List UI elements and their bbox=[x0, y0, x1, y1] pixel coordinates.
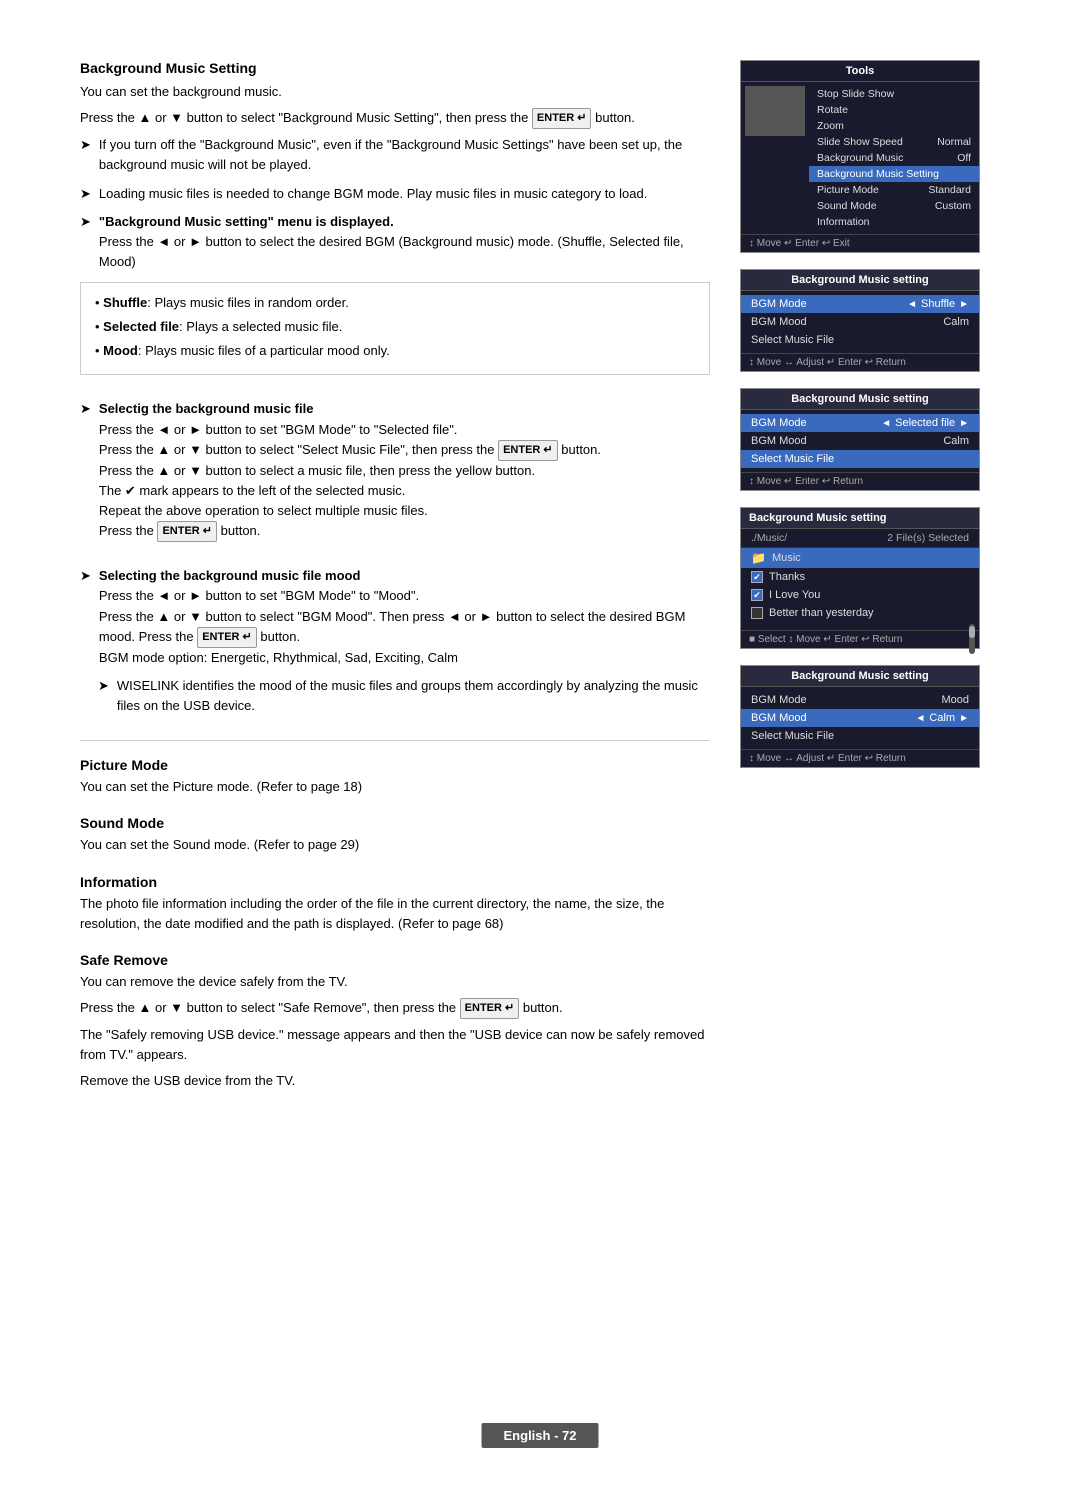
bgm-shuffle-panel: Background Music setting BGM Mode ◄ Shuf… bbox=[740, 269, 980, 372]
file-music-folder: 📁 Music bbox=[741, 548, 979, 568]
folder-icon: 📁 bbox=[751, 551, 766, 565]
safe-remove-step1: Press the ▲ or ▼ button to select "Safe … bbox=[80, 998, 710, 1019]
tools-panel-title: Tools bbox=[741, 61, 979, 82]
file-i-love-you: ✔ I Love You bbox=[741, 586, 979, 604]
tools-footer: ↕ Move ↵ Enter ↩ Exit bbox=[741, 234, 979, 252]
enter-button-label2: ENTER ↵ bbox=[498, 440, 558, 461]
tools-stop-slide: Stop Slide Show bbox=[809, 86, 979, 102]
left-column: Background Music Setting You can set the… bbox=[80, 60, 710, 1109]
picture-mode-section: Picture Mode You can set the Picture mod… bbox=[80, 757, 710, 797]
file-check-thanks: ✔ bbox=[751, 571, 763, 583]
right-column: Tools Stop Slide Show Rotate Zoom bbox=[740, 60, 1000, 1109]
file-footer: ■ Select ↕ Move ↵ Enter ↩ Return bbox=[741, 630, 979, 648]
file-check-iloveyou: ✔ bbox=[751, 589, 763, 601]
file-path-row: ./Music/ 2 File(s) Selected bbox=[741, 529, 979, 548]
information-desc: The photo file information including the… bbox=[80, 894, 710, 934]
selectbgm-step1: Press the ◄ or ► button to set "BGM Mode… bbox=[99, 422, 458, 437]
bgm-options: BGM mode option: Energetic, Rhythmical, … bbox=[99, 650, 458, 665]
repeat-note: Repeat the above operation to select mul… bbox=[99, 503, 428, 518]
bgm-mood-panel: Background Music setting BGM Mode Mood B… bbox=[740, 665, 980, 768]
bgm-mood-footer: ↕ Move ↔ Adjust ↵ Enter ↩ Return bbox=[741, 749, 979, 767]
tools-information: Information bbox=[809, 214, 979, 230]
picture-mode-title: Picture Mode bbox=[80, 757, 710, 773]
mood-step1: Press the ◄ or ► button to set "BGM Mode… bbox=[99, 588, 419, 603]
bgm-mood-row-shuffle: BGM Mood Calm bbox=[741, 313, 979, 331]
safe-remove-step3: Remove the USB device from the TV. bbox=[80, 1071, 710, 1091]
select-music-file-row-selected: Select Music File bbox=[741, 450, 979, 468]
page-number: English - 72 bbox=[482, 1423, 599, 1448]
picture-mode-desc: You can set the Picture mode. (Refer to … bbox=[80, 777, 710, 797]
scrollbar bbox=[969, 624, 975, 654]
select-bgm-file-section: ➤ Selectig the background music file Pre… bbox=[80, 399, 710, 542]
safe-remove-desc1: You can remove the device safely from th… bbox=[80, 972, 710, 992]
bgm-mood-section: ➤ Selecting the background music file mo… bbox=[80, 566, 710, 716]
enter-button-label1: ENTER ↵ bbox=[532, 108, 592, 129]
selectbgm-step3: Press the ▲ or ▼ button to select a musi… bbox=[99, 463, 535, 478]
bgm-selected-title: Background Music setting bbox=[741, 389, 979, 410]
press-enter: Press the ENTER ↵ button. bbox=[99, 523, 261, 538]
information-title: Information bbox=[80, 874, 710, 890]
bgm-note1: ➤ If you turn off the "Background Music"… bbox=[80, 135, 710, 175]
tools-sound-mode: Sound Mode Custom bbox=[809, 198, 979, 214]
tools-zoom: Zoom bbox=[809, 118, 979, 134]
bgm-setting-title: Background Music Setting bbox=[80, 60, 710, 76]
tools-rotate: Rotate bbox=[809, 102, 979, 118]
tools-picture-mode: Picture Mode Standard bbox=[809, 182, 979, 198]
safe-remove-title: Safe Remove bbox=[80, 952, 710, 968]
enter-button-label4: ENTER ↵ bbox=[197, 627, 257, 648]
checkmark-note: The ✔ mark appears to the left of the se… bbox=[99, 483, 405, 498]
bgm-mode-row-shuffle: BGM Mode ◄ Shuffle ► bbox=[741, 295, 979, 313]
tools-bgm-setting: Background Music Setting bbox=[809, 166, 979, 182]
sound-mode-title: Sound Mode bbox=[80, 815, 710, 831]
select-music-file-row-mood: Select Music File bbox=[741, 727, 979, 745]
bgm-selected-footer: ↕ Move ↵ Enter ↩ Return bbox=[741, 472, 979, 490]
information-section: Information The photo file information i… bbox=[80, 874, 710, 934]
mood-step2: Press the ▲ or ▼ button to select "BGM M… bbox=[99, 609, 686, 644]
safe-remove-step2: The "Safely removing USB device." messag… bbox=[80, 1025, 710, 1065]
bgm-setting-section: Background Music Setting You can set the… bbox=[80, 60, 710, 375]
scrollbar-thumb bbox=[969, 626, 975, 638]
bgm-menu-displayed: ➤ "Background Music setting" menu is dis… bbox=[80, 212, 710, 272]
file-better-than: Better than yesterday bbox=[741, 604, 979, 622]
bgm-note2: ➤ Loading music files is needed to chang… bbox=[80, 184, 710, 204]
bgm-mode-row-mood: BGM Mode Mood bbox=[741, 691, 979, 709]
content-area: Background Music Setting You can set the… bbox=[80, 60, 1000, 1109]
bgm-mood-title: Background Music setting bbox=[741, 666, 979, 687]
page: Background Music Setting You can set the… bbox=[0, 0, 1080, 1488]
tools-items: Stop Slide Show Rotate Zoom Slide Show S… bbox=[809, 82, 979, 234]
file-panel-title: Background Music setting bbox=[741, 508, 979, 529]
tools-photo bbox=[745, 86, 805, 136]
selectbgm-step2: Press the ▲ or ▼ button to select "Selec… bbox=[99, 442, 601, 457]
bgm-modes-box: Shuffle: Plays music files in random ord… bbox=[80, 282, 710, 375]
divider1 bbox=[80, 740, 710, 741]
safe-remove-section: Safe Remove You can remove the device sa… bbox=[80, 952, 710, 1092]
bgm-mood-row-selected: BGM Mood Calm bbox=[741, 432, 979, 450]
bgm-selected-panel: Background Music setting BGM Mode ◄ Sele… bbox=[740, 388, 980, 491]
bgm-shuffle-footer: ↕ Move ↔ Adjust ↵ Enter ↩ Return bbox=[741, 353, 979, 371]
bgm-mood-row-mood: BGM Mood ◄ Calm ► bbox=[741, 709, 979, 727]
file-list-panel: Background Music setting ./Music/ 2 File… bbox=[740, 507, 980, 649]
select-music-file-row-shuffle: Select Music File bbox=[741, 331, 979, 349]
sound-mode-section: Sound Mode You can set the Sound mode. (… bbox=[80, 815, 710, 855]
sound-mode-desc: You can set the Sound mode. (Refer to pa… bbox=[80, 835, 710, 855]
bgm-intro: You can set the background music. bbox=[80, 82, 710, 102]
shuffle-item: Shuffle: Plays music files in random ord… bbox=[95, 293, 695, 314]
selected-file-item: Selected file: Plays a selected music fi… bbox=[95, 317, 695, 338]
bgm-mode-row-selected: BGM Mode ◄ Selected file ► bbox=[741, 414, 979, 432]
mood-item: Mood: Plays music files of a particular … bbox=[95, 341, 695, 362]
bgm-instruction1: Press the ▲ or ▼ button to select "Backg… bbox=[80, 108, 710, 129]
tools-slide-speed: Slide Show Speed Normal bbox=[809, 134, 979, 150]
enter-button-label5: ENTER ↵ bbox=[460, 998, 520, 1019]
file-thanks: ✔ Thanks bbox=[741, 568, 979, 586]
wiselink-note: ➤ WISELINK identifies the mood of the mu… bbox=[98, 676, 710, 716]
enter-button-label3: ENTER ↵ bbox=[157, 521, 217, 542]
bgm-shuffle-title: Background Music setting bbox=[741, 270, 979, 291]
tools-bgm: Background Music Off bbox=[809, 150, 979, 166]
tools-panel: Tools Stop Slide Show Rotate Zoom bbox=[740, 60, 980, 253]
file-check-better bbox=[751, 607, 763, 619]
